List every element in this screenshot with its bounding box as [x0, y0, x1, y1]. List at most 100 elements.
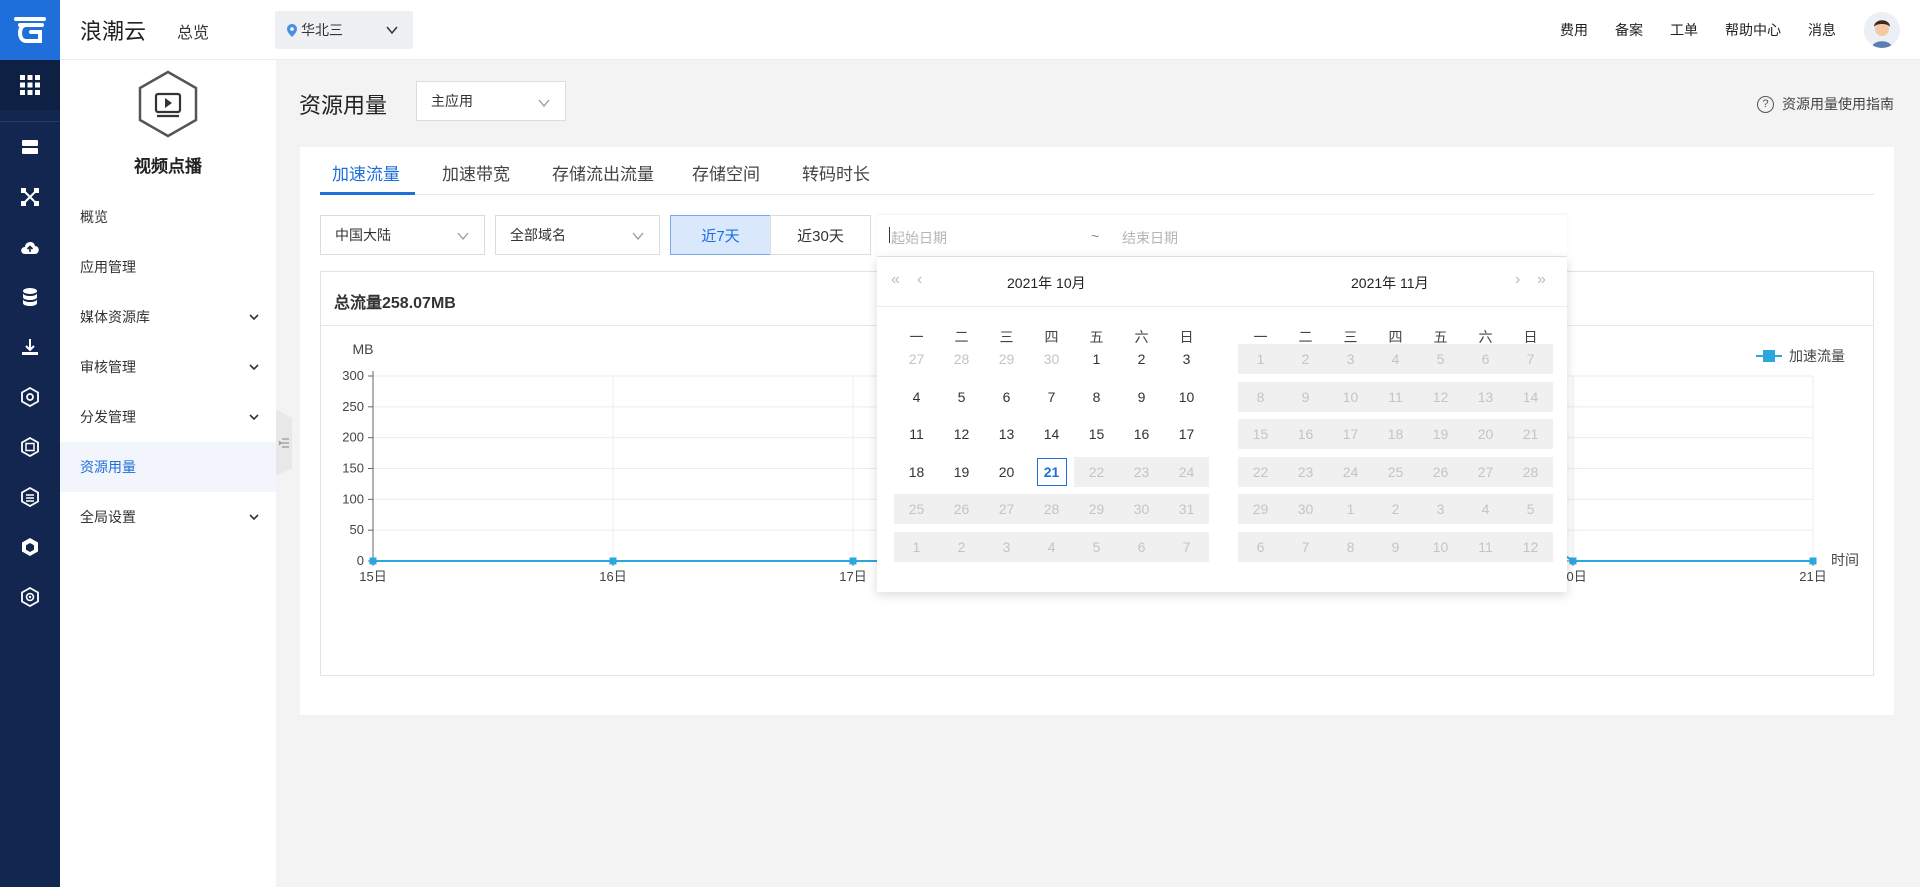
- date-picker-panel: « ‹ 2021年 10月 2021年 11月 › » 一二三四五六日一二三四五…: [877, 257, 1567, 592]
- day-number: 13: [998, 426, 1015, 442]
- day-number: 6: [1002, 388, 1011, 405]
- day-cell[interactable]: 13: [984, 419, 1029, 449]
- prev-month-icon[interactable]: ‹: [917, 271, 922, 289]
- overview-link[interactable]: 总览: [177, 19, 209, 43]
- day-cell: 27: [984, 494, 1029, 524]
- day-cell[interactable]: 18: [894, 457, 939, 487]
- day-cell[interactable]: 15: [1074, 419, 1119, 449]
- tab-acceleration-bandwidth[interactable]: 加速带宽: [442, 160, 510, 185]
- nav-messages[interactable]: 消息: [1808, 20, 1836, 40]
- menu-item-overview[interactable]: 概览: [60, 192, 276, 242]
- tab-storage-egress[interactable]: 存储流出流量: [552, 160, 654, 185]
- hexagon-gear-icon[interactable]: [0, 372, 60, 422]
- day-number: 29: [998, 351, 1015, 367]
- day-cell[interactable]: 9: [1119, 382, 1164, 412]
- menu-item-label: 媒体资源库: [80, 309, 150, 325]
- day-cell[interactable]: 10: [1164, 382, 1209, 412]
- menu-item-distribution[interactable]: 分发管理: [60, 392, 276, 442]
- day-number: 15: [1088, 426, 1105, 442]
- day-cell: 7: [1508, 344, 1553, 374]
- server-icon[interactable]: [0, 122, 60, 172]
- day-cell[interactable]: 6: [984, 382, 1029, 412]
- day-number: 14: [1043, 426, 1060, 442]
- layers-hex-icon[interactable]: [0, 472, 60, 522]
- day-cell: 10: [1328, 381, 1373, 412]
- grid-icon[interactable]: [0, 60, 60, 110]
- tab-acceleration-traffic[interactable]: 加速流量: [332, 160, 400, 185]
- day-cell[interactable]: 1: [1074, 344, 1119, 374]
- cloud-upload-icon[interactable]: [0, 222, 60, 272]
- day-cell[interactable]: 12: [939, 419, 984, 449]
- day-cell[interactable]: 3: [1164, 344, 1209, 374]
- day-cell[interactable]: 27: [894, 344, 939, 374]
- date-range-input[interactable]: 起始日期 ~ 结束日期: [877, 215, 1567, 257]
- x-tick-label: 16日: [599, 569, 626, 584]
- day-cell-today[interactable]: 21: [1029, 457, 1074, 487]
- nav-filing[interactable]: 备案: [1615, 20, 1643, 40]
- media-hex-icon[interactable]: [0, 422, 60, 472]
- chevron-down-icon: [249, 364, 259, 371]
- tab-storage-space[interactable]: 存储空间: [692, 160, 760, 185]
- day-cell: 27: [1463, 456, 1508, 487]
- day-cell[interactable]: 16: [1119, 419, 1164, 449]
- y-tick-label: 300: [342, 368, 364, 383]
- day-cell[interactable]: 20: [984, 457, 1029, 487]
- end-date-placeholder[interactable]: 结束日期: [1122, 228, 1178, 248]
- avatar[interactable]: [1864, 12, 1900, 48]
- start-date-placeholder[interactable]: 起始日期: [891, 228, 947, 248]
- range-30-days-button[interactable]: 近30天: [770, 215, 871, 255]
- day-cell[interactable]: 19: [939, 457, 984, 487]
- usage-guide-link[interactable]: ? 资源用量使用指南: [1757, 94, 1894, 114]
- day-number: 16: [1133, 426, 1150, 442]
- day-cell[interactable]: 4: [894, 382, 939, 412]
- nav-fees[interactable]: 费用: [1560, 20, 1588, 40]
- menu-item-label: 应用管理: [80, 259, 136, 275]
- menu-item-global-settings[interactable]: 全局设置: [60, 492, 276, 542]
- day-cell[interactable]: 17: [1164, 419, 1209, 449]
- target-hex-icon[interactable]: [0, 572, 60, 622]
- day-cell[interactable]: 8: [1074, 382, 1119, 412]
- day-cell[interactable]: 7: [1029, 382, 1074, 412]
- database-icon[interactable]: [0, 272, 60, 322]
- day-cell[interactable]: 14: [1029, 419, 1074, 449]
- range-7-days-button[interactable]: 近7天: [670, 215, 771, 255]
- user-avatar-icon: [1864, 12, 1900, 48]
- nav-help-center[interactable]: 帮助中心: [1725, 20, 1781, 40]
- day-cell[interactable]: 11: [894, 419, 939, 449]
- next-year-icon[interactable]: »: [1537, 271, 1546, 289]
- day-cell: 5: [1074, 531, 1119, 562]
- day-cell[interactable]: 29: [984, 344, 1029, 374]
- day-cell[interactable]: 2: [1119, 344, 1164, 374]
- day-cell: 15: [1238, 419, 1283, 449]
- network-icon[interactable]: [0, 172, 60, 222]
- day-cell: 30: [1283, 494, 1328, 524]
- day-cell: 3: [1418, 494, 1463, 524]
- day-cell: 6: [1119, 531, 1164, 562]
- day-cell[interactable]: 28: [939, 344, 984, 374]
- menu-item-app-management[interactable]: 应用管理: [60, 242, 276, 292]
- app-select[interactable]: 主应用: [416, 81, 566, 121]
- total-traffic: 总流量258.07MB: [334, 295, 456, 312]
- day-number: 7: [1182, 538, 1191, 555]
- day-cell: 5: [1418, 344, 1463, 374]
- region-filter[interactable]: 中国大陆: [320, 215, 485, 255]
- day-cell[interactable]: 30: [1029, 344, 1074, 374]
- menu-item-review-management[interactable]: 审核管理: [60, 342, 276, 392]
- tab-transcode-duration[interactable]: 转码时长: [802, 160, 870, 185]
- region-select[interactable]: 华北三: [275, 11, 413, 49]
- logo[interactable]: [0, 0, 60, 60]
- menu-item-media-library[interactable]: 媒体资源库: [60, 292, 276, 342]
- prev-year-icon[interactable]: «: [891, 271, 900, 289]
- sidebar-collapse-handle[interactable]: [276, 410, 292, 476]
- day-number: 31: [1178, 501, 1195, 517]
- day-number: 28: [1043, 501, 1060, 517]
- shield-hex-icon[interactable]: [0, 522, 60, 572]
- menu-item-resource-usage[interactable]: 资源用量: [60, 442, 276, 492]
- next-month-icon[interactable]: ›: [1515, 271, 1520, 289]
- deploy-icon[interactable]: [0, 322, 60, 372]
- data-point: [369, 557, 377, 565]
- domain-filter[interactable]: 全部域名: [495, 215, 660, 255]
- nav-tickets[interactable]: 工单: [1670, 20, 1698, 40]
- day-cell: 23: [1283, 456, 1328, 487]
- day-cell[interactable]: 5: [939, 382, 984, 412]
